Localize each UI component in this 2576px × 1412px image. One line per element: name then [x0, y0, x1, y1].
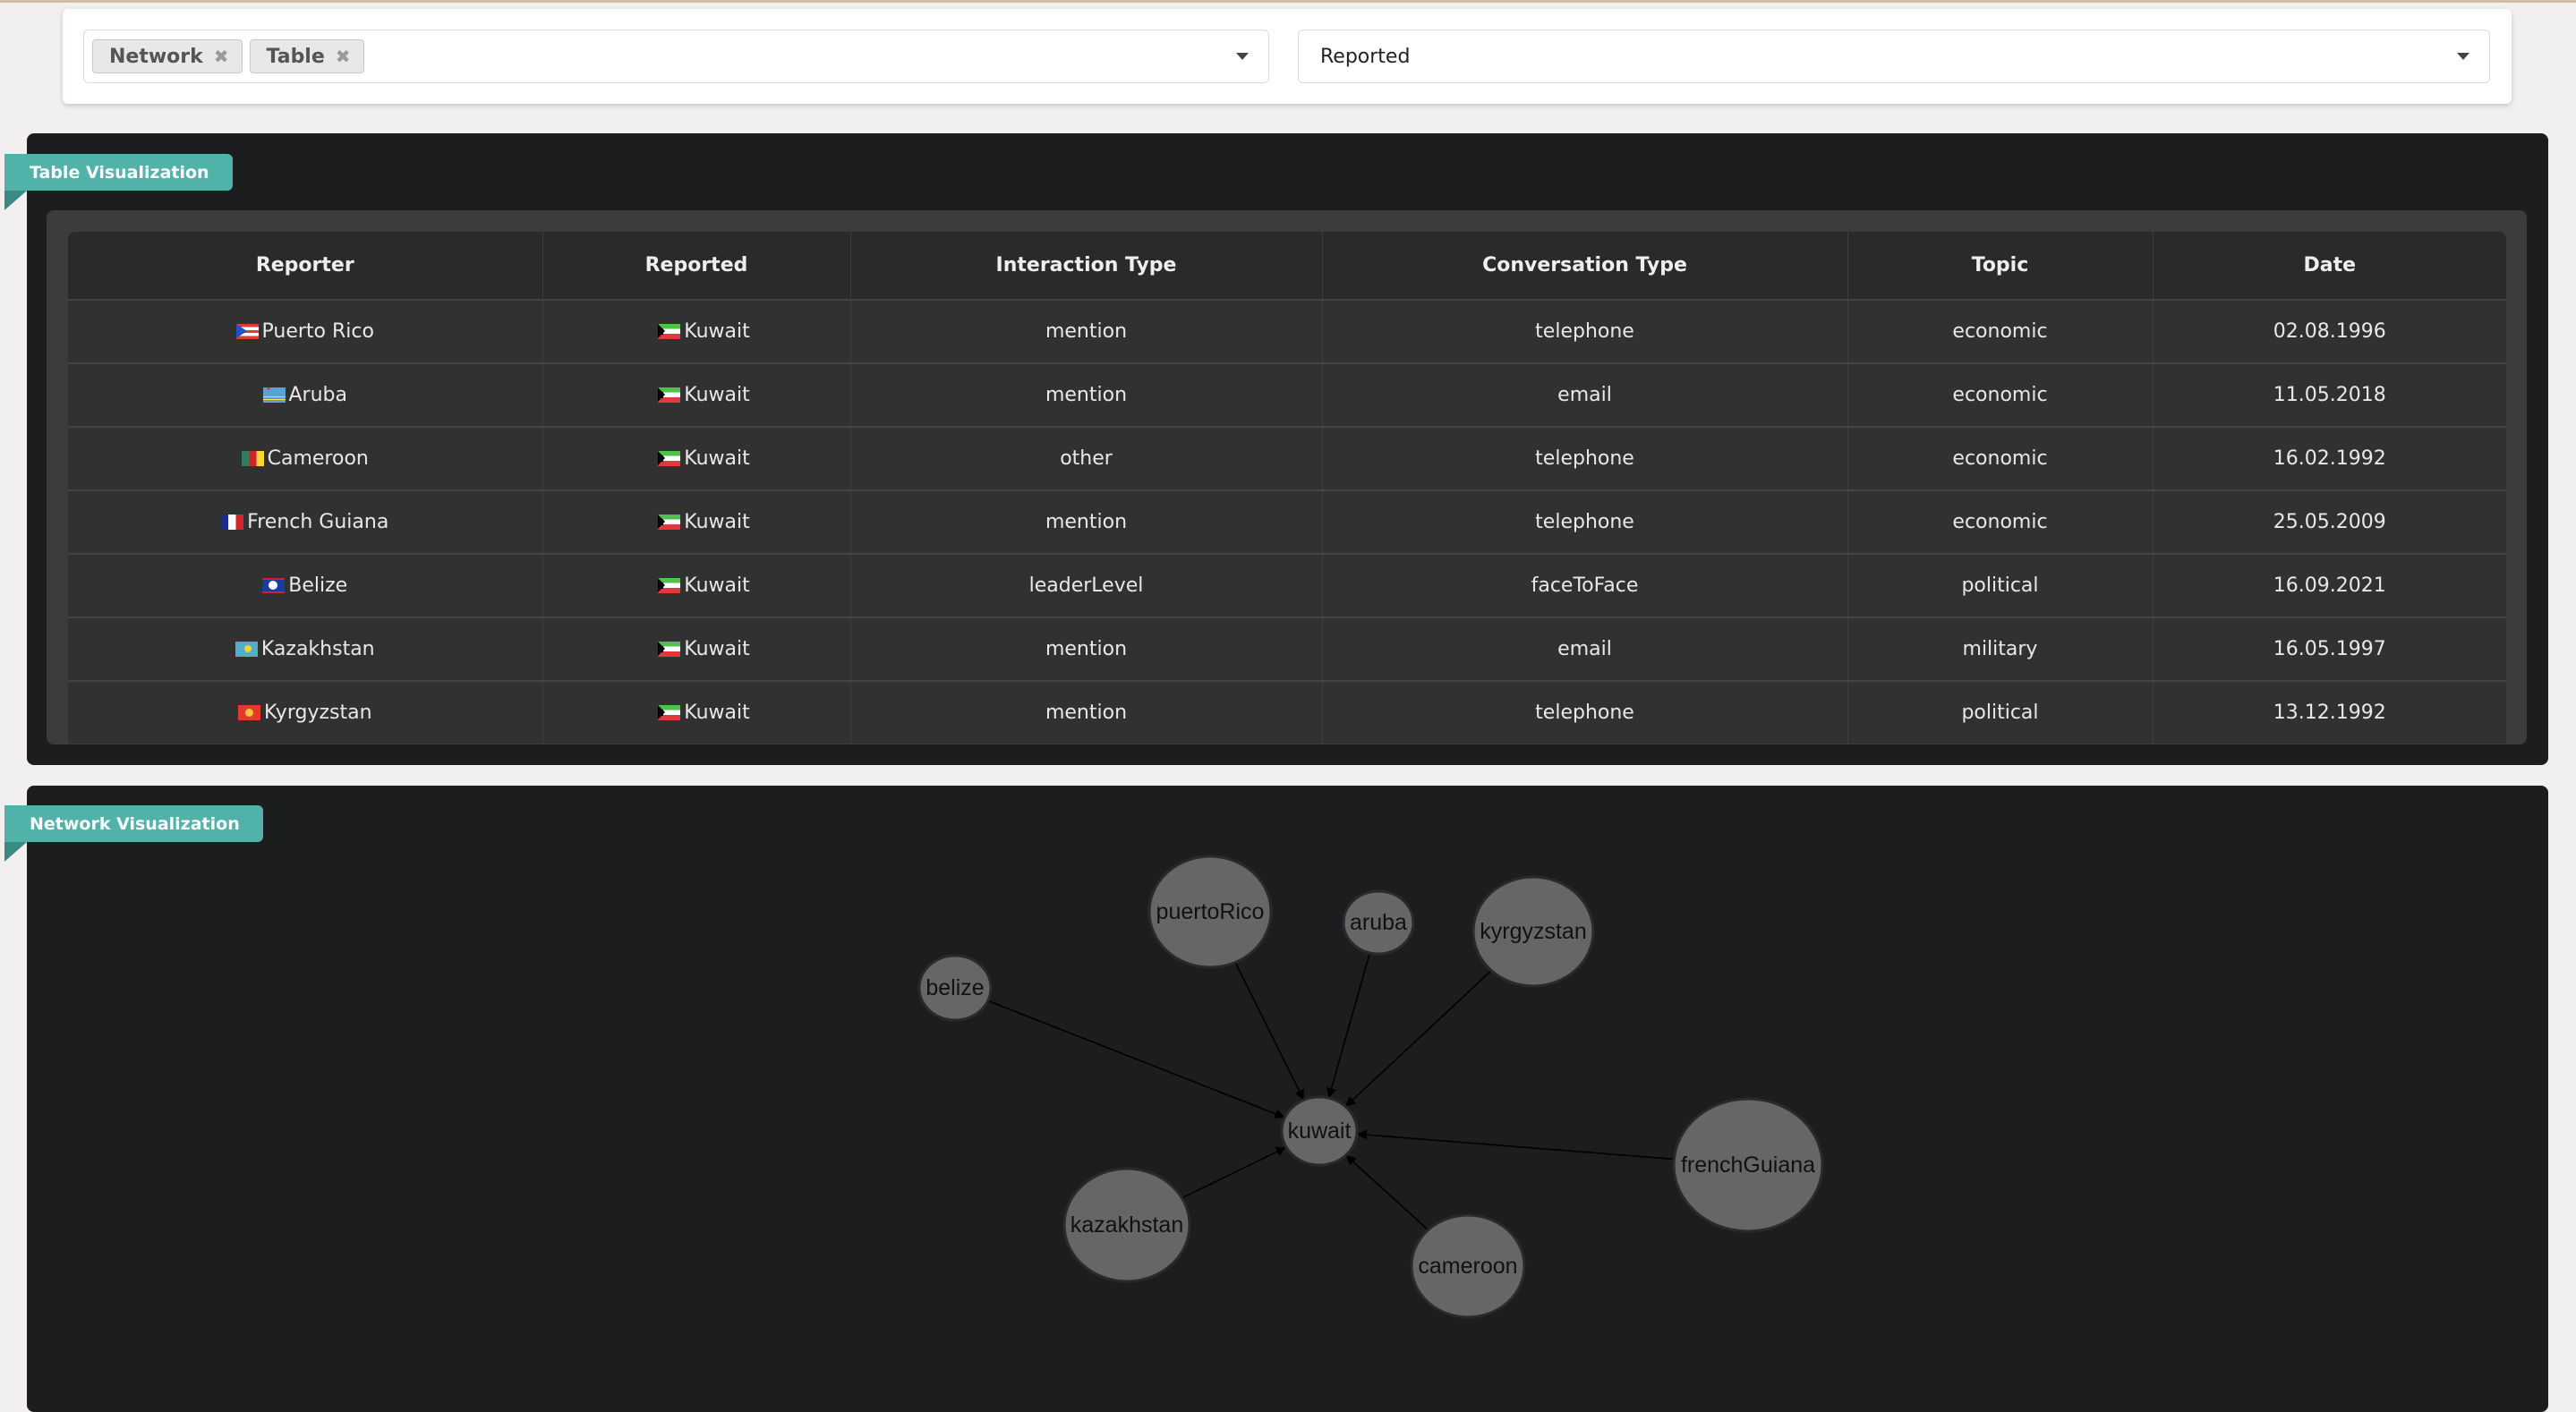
edge-kazakhstan-to-kuwait: [1181, 1146, 1287, 1199]
node-label: frenchGuiana: [1681, 1153, 1815, 1178]
node-label: puertoRico: [1156, 899, 1265, 924]
edge-frenchGuiana-to-kuwait: [1356, 1129, 1675, 1161]
node-aruba[interactable]: aruba: [1342, 889, 1415, 956]
node-kyrgyzstan[interactable]: kyrgyzstan: [1471, 875, 1595, 988]
edge-puertoRico-to-kuwait: [1234, 962, 1305, 1101]
node-cameroon[interactable]: cameroon: [1410, 1213, 1526, 1319]
node-kazakhstan[interactable]: kazakhstan: [1062, 1167, 1191, 1283]
edge-cameroon-to-kuwait: [1345, 1154, 1429, 1231]
table-panel-title: Table Visualization: [4, 154, 233, 210]
edge-kyrgyzstan-to-kuwait: [1344, 970, 1492, 1108]
network-panel-title: Network Visualization: [4, 805, 263, 862]
node-kuwait[interactable]: kuwait: [1280, 1095, 1359, 1167]
node-label: belize: [925, 975, 984, 1000]
node-label: aruba: [1350, 910, 1407, 935]
network-graph: kuwait puertoRico aruba kyrgyzstan belize fre…: [917, 855, 1824, 1319]
node-label: kyrgyzstan: [1480, 919, 1586, 944]
node-puertoRico[interactable]: puertoRico: [1147, 855, 1273, 969]
node-label: kazakhstan: [1070, 1212, 1183, 1238]
node-belize[interactable]: belize: [917, 954, 993, 1022]
node-frenchGuiana[interactable]: frenchGuiana: [1672, 1097, 1824, 1233]
node-label: kuwait: [1288, 1119, 1352, 1144]
edge-aruba-to-kuwait: [1326, 952, 1371, 1099]
node-label: cameroon: [1418, 1254, 1517, 1279]
edge-belize-to-kuwait: [987, 999, 1285, 1119]
